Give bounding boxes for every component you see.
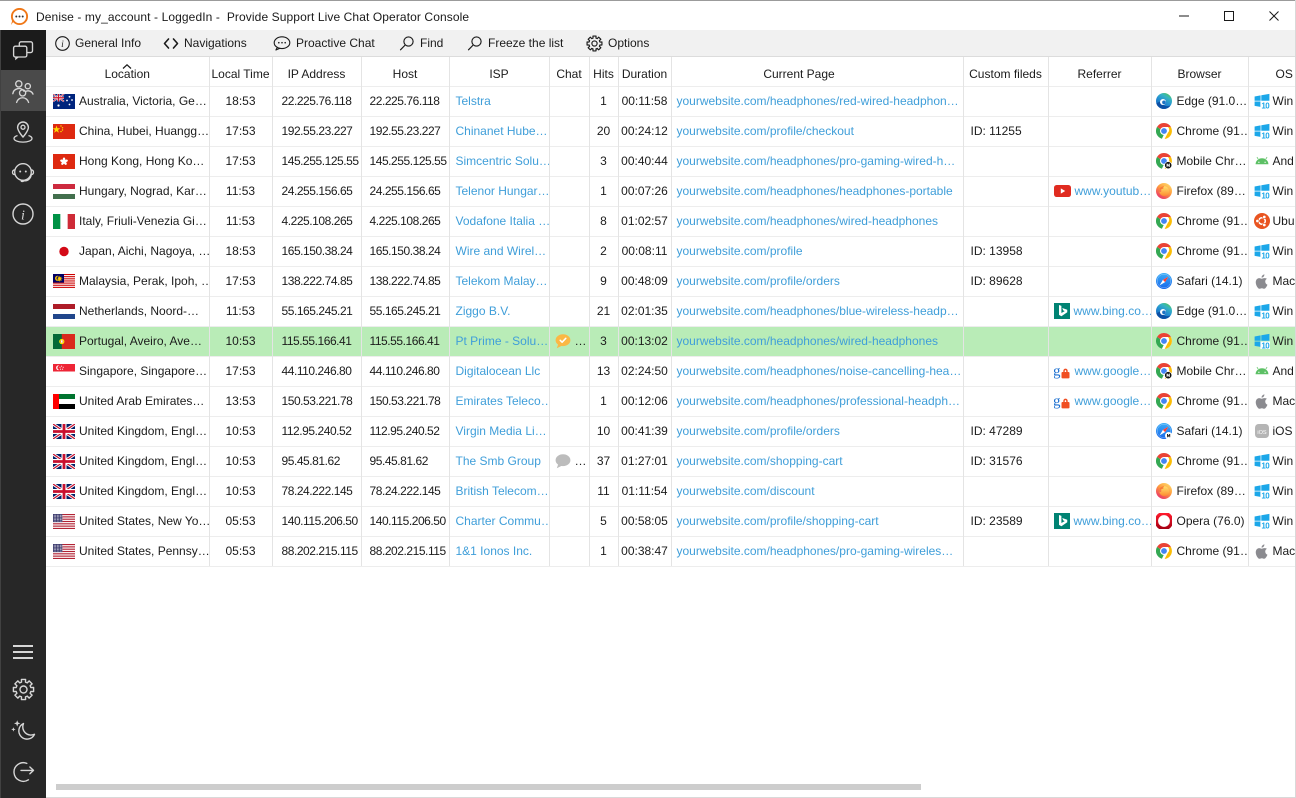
svg-text:g: g bbox=[1054, 394, 1061, 410]
svg-text:i: i bbox=[61, 40, 64, 50]
svg-text:10: 10 bbox=[1261, 341, 1270, 349]
svg-text:10: 10 bbox=[1261, 461, 1270, 469]
svg-text:i: i bbox=[21, 208, 25, 223]
svg-text:10: 10 bbox=[1261, 491, 1270, 499]
svg-text:10: 10 bbox=[1261, 101, 1270, 109]
svg-text:10: 10 bbox=[1261, 191, 1270, 199]
svg-text:10: 10 bbox=[1261, 251, 1270, 259]
svg-text:10: 10 bbox=[1261, 521, 1270, 529]
svg-text:iOS: iOS bbox=[1257, 430, 1267, 436]
svg-text:g: g bbox=[1054, 364, 1061, 380]
svg-text:10: 10 bbox=[1261, 311, 1270, 319]
svg-text:10: 10 bbox=[1261, 131, 1270, 139]
